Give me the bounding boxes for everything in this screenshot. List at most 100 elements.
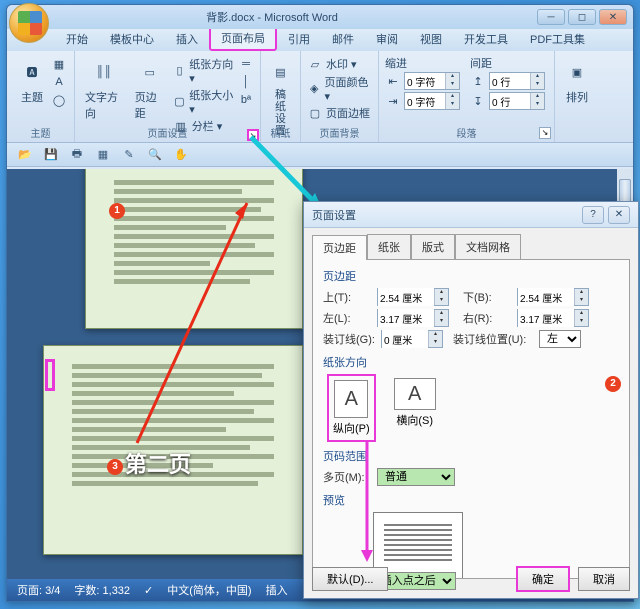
para-launcher[interactable]: ↘	[539, 127, 551, 139]
page-1	[85, 169, 303, 329]
hyphen-icon: bª	[238, 92, 254, 108]
spacing-header: 间距	[470, 55, 545, 71]
dialog-title-bar[interactable]: 页面设置 ? ✕	[304, 202, 638, 228]
theme-colors[interactable]: ▦	[51, 55, 67, 73]
indent-left-input[interactable]	[405, 76, 445, 87]
margins-icon: ▭	[135, 57, 165, 87]
theme-effects[interactable]: ◯	[51, 91, 67, 109]
spin-up[interactable]: ▴	[445, 93, 459, 101]
page-borders-button[interactable]: ▢页面边框	[307, 104, 372, 122]
size-button[interactable]: ▢纸张大小 ▾	[173, 86, 234, 117]
tab-references[interactable]: 引用	[277, 27, 321, 51]
line-numbers-button[interactable]: │	[238, 73, 254, 91]
qat-save[interactable]: 💾	[41, 145, 61, 165]
tab-home[interactable]: 开始	[55, 27, 99, 51]
preview-label: 预览	[323, 492, 619, 508]
cancel-button[interactable]: 取消	[578, 567, 630, 591]
default-button[interactable]: 默认(D)...	[312, 567, 388, 591]
dtab-margins[interactable]: 页边距	[312, 235, 367, 260]
right-input[interactable]	[518, 309, 574, 327]
qat-hand[interactable]: ✋	[171, 145, 191, 165]
office-orb[interactable]	[9, 3, 49, 43]
quick-access-toolbar: 📂 💾 🖶 ▦ ✎ 🔍 ✋	[7, 143, 633, 167]
gutter-pos-label: 装订线位置(U):	[453, 331, 533, 347]
portrait-option[interactable]: A 纵向(P)	[327, 374, 376, 442]
annotation-badge-1: 1	[109, 203, 125, 219]
minimize-button[interactable]: ─	[537, 9, 565, 25]
indent-right-input[interactable]	[405, 96, 445, 107]
margins-button[interactable]: ▭页边距	[131, 55, 169, 135]
dtab-layout[interactable]: 版式	[411, 234, 455, 259]
status-insert[interactable]: 插入	[266, 582, 288, 598]
window-title: 背影.docx - Microsoft Word	[7, 9, 537, 25]
text-direction-button[interactable]: ║║文字方向	[81, 55, 127, 135]
gutter-pos-select[interactable]: 左	[539, 330, 581, 348]
tab-insert[interactable]: 插入	[165, 27, 209, 51]
tab-pdf[interactable]: PDF工具集	[519, 27, 596, 51]
tab-developer[interactable]: 开发工具	[453, 27, 519, 51]
bottom-input[interactable]	[518, 288, 574, 306]
spin-up[interactable]: ▴	[445, 73, 459, 81]
status-lang[interactable]: 中文(简体，中国)	[167, 582, 251, 598]
range-section-label: 页码范围	[323, 448, 619, 464]
landscape-icon: A	[394, 378, 436, 410]
spin-down[interactable]: ▾	[530, 81, 544, 89]
space-after-input[interactable]	[490, 96, 530, 107]
indent-right[interactable]: ⇥▴▾	[385, 91, 460, 111]
spin-down[interactable]: ▾	[445, 101, 459, 109]
text-dir-label: 文字方向	[85, 89, 123, 121]
dialog-close-button[interactable]: ✕	[608, 206, 630, 224]
tab-review[interactable]: 审阅	[365, 27, 409, 51]
page-color-button[interactable]: ◈页面颜色 ▾	[307, 73, 372, 104]
status-words[interactable]: 字数: 1,332	[74, 582, 130, 598]
tab-template[interactable]: 模板中心	[99, 27, 165, 51]
ok-button[interactable]: 确定	[516, 566, 570, 592]
space-before[interactable]: ↥▴▾	[470, 71, 545, 91]
themes-label: 主题	[21, 89, 43, 105]
tab-mailings[interactable]: 邮件	[321, 27, 365, 51]
orientation-button[interactable]: ▯纸张方向 ▾	[173, 55, 234, 86]
page-setup-dialog: 页面设置 ? ✕ 页边距 纸张 版式 文档网格 页边距 上(T):▴▾ 下(B)…	[303, 201, 639, 599]
status-check-icon[interactable]: ✓	[144, 584, 153, 597]
watermark-button[interactable]: ▱水印 ▾	[307, 55, 372, 73]
spin-up[interactable]: ▴	[530, 73, 544, 81]
qat-table[interactable]: ▦	[93, 145, 113, 165]
theme-fonts[interactable]: A	[51, 73, 67, 91]
spin-down[interactable]: ▾	[530, 101, 544, 109]
left-label: 左(L):	[323, 310, 371, 326]
space-before-input[interactable]	[490, 76, 530, 87]
dialog-tabs: 页边距 纸张 版式 文档网格	[304, 228, 638, 259]
cursor-highlight	[45, 359, 55, 391]
qat-pen[interactable]: ✎	[119, 145, 139, 165]
landscape-option[interactable]: A横向(S)	[390, 374, 440, 442]
left-input[interactable]	[378, 309, 434, 327]
spin-down[interactable]: ▾	[445, 81, 459, 89]
tab-view[interactable]: 视图	[409, 27, 453, 51]
status-page[interactable]: 页面: 3/4	[17, 582, 60, 598]
close-button[interactable]: ✕	[599, 9, 627, 25]
portrait-icon: A	[334, 380, 368, 418]
qat-print[interactable]: 🖶	[67, 145, 87, 165]
maximize-button[interactable]: ◻	[568, 9, 596, 25]
right-label: 右(R):	[463, 310, 511, 326]
themes-button[interactable]: 🅰主题	[13, 55, 51, 109]
qat-open[interactable]: 📂	[15, 145, 35, 165]
multi-select[interactable]: 普通	[377, 468, 455, 486]
indent-left[interactable]: ⇤▴▾	[385, 71, 460, 91]
dialog-help-button[interactable]: ?	[582, 206, 604, 224]
multi-label: 多页(M):	[323, 469, 371, 485]
spin-up[interactable]: ▴	[530, 93, 544, 101]
arrange-button[interactable]: ▣排列	[561, 55, 593, 107]
gutter-input[interactable]	[382, 330, 428, 348]
page-setup-launcher[interactable]: ↘	[247, 129, 259, 141]
group-manuscript-label: 稿纸	[261, 125, 300, 140]
hyphenation-button[interactable]: bª	[238, 91, 254, 109]
qat-zoom[interactable]: 🔍	[145, 145, 165, 165]
top-input[interactable]	[378, 288, 434, 306]
dtab-grid[interactable]: 文档网格	[455, 234, 521, 259]
breaks-button[interactable]: ═	[238, 55, 254, 73]
gutter-label: 装订线(G):	[323, 331, 375, 347]
space-after[interactable]: ↧▴▾	[470, 91, 545, 111]
portrait-label: 纵向(P)	[333, 420, 370, 436]
dtab-paper[interactable]: 纸张	[367, 234, 411, 259]
